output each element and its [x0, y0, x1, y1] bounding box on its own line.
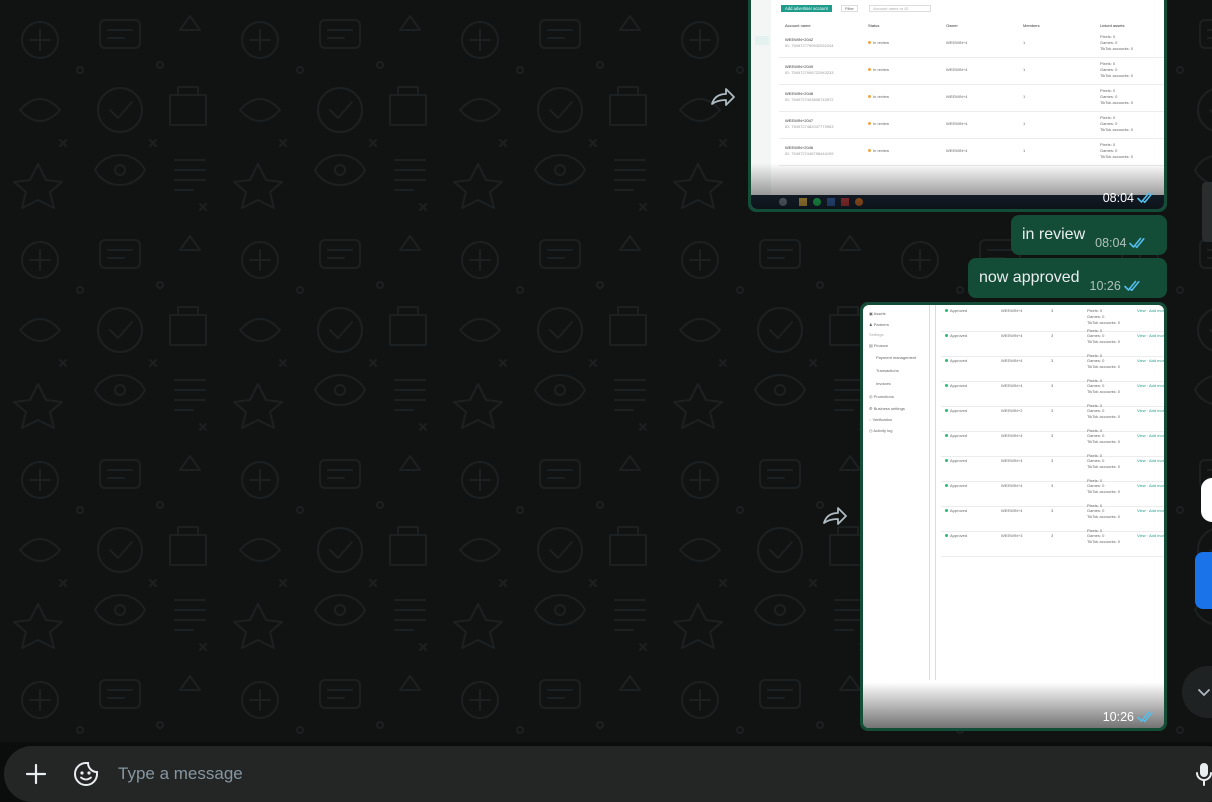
- table-row: Approved WEEWIN+3 3 Pixels: 0 Games: 0 TikTok…: [941, 528, 1164, 557]
- image-preview[interactable]: ▣ Assets ♟ Partners Settings ▤ Finance P…: [863, 305, 1164, 728]
- table-row: WEEWIN+2042 ID: 7549727790932052244 In r…: [779, 31, 1164, 58]
- message-text: in review: [1022, 226, 1086, 243]
- read-ticks-icon: [1123, 280, 1140, 292]
- message-composer: [4, 746, 1212, 802]
- text-message[interactable]: now approved 10:26: [968, 258, 1167, 298]
- column-header: Linked assets: [1100, 23, 1125, 28]
- forward-icon[interactable]: [820, 501, 850, 531]
- forward-icon[interactable]: [708, 82, 738, 112]
- add-advertiser-account-button: Add advertiser account: [781, 5, 832, 12]
- table-row: WEEWIN+2049 ID: 7549727906722943233 In r…: [779, 58, 1164, 85]
- message-time: 08:04: [1095, 236, 1127, 250]
- column-header: Status: [868, 23, 880, 28]
- read-ticks-icon: [1137, 711, 1153, 723]
- message-meta: 10:26: [1103, 710, 1156, 724]
- plus-icon[interactable]: [22, 760, 50, 788]
- preview-sidebar: ▣ Assets ♟ Partners Settings ▤ Finance P…: [869, 311, 917, 433]
- table-row: WEEWIN+2046 ID: 7549727446798444199 In r…: [779, 139, 1164, 166]
- table-row: Approved WEEWIN+2 3 Pixels: 0 Games: 0 TikTok…: [941, 403, 1164, 432]
- column-header: Owner: [946, 23, 958, 28]
- message-time: 10:26: [1089, 279, 1121, 293]
- table-row: Approved WEEWIN+4 3 Pixels: 0 Games: 0 TikTok…: [941, 353, 1164, 382]
- table-row: Approved WEEWIN+4 3 Pixels: 0 Games: 0 TikTok…: [941, 328, 1164, 357]
- column-header: Account name: [785, 23, 811, 28]
- chevron-down-icon: [1198, 689, 1210, 697]
- filter-button: Filter: [841, 5, 858, 12]
- image-message[interactable]: Add advertiser account Filter Account na…: [748, 0, 1167, 212]
- microphone-icon[interactable]: [1190, 760, 1212, 788]
- text-message[interactable]: in review 08:04: [1011, 215, 1167, 255]
- message-input[interactable]: [118, 760, 1158, 788]
- table-row: Approved WEEWIN+4 3 Pixels: 0 Games: 0 TikTok…: [941, 453, 1164, 482]
- image-message[interactable]: ▣ Assets ♟ Partners Settings ▤ Finance P…: [860, 302, 1167, 731]
- table-row: Approved WEEWIN+4 3 Pixels: 0 Games: 0 TikTok…: [941, 503, 1164, 532]
- account-search-field: Account name or ID: [869, 5, 931, 12]
- floating-widget[interactable]: [1195, 552, 1212, 609]
- message-time: 08:04: [1102, 191, 1134, 205]
- message-text: now approved: [979, 269, 1080, 286]
- message-time: 10:26: [1102, 710, 1134, 724]
- message-meta: 08:04: [1103, 191, 1156, 205]
- table-row: Approved WEEWIN+4 3 Pixels: 0 Games: 0 TikTok…: [941, 428, 1164, 457]
- message-list[interactable]: Add advertiser account Filter Account na…: [0, 0, 1212, 742]
- side-panel-handle[interactable]: [1202, 182, 1212, 242]
- table-row: Approved WEEWIN+4 3 Pixels: 0 Games: 0 TikTok…: [941, 478, 1164, 507]
- table-row: Approved WEEWIN+4 3 Pixels: 0 Games: 0 TikTok…: [941, 378, 1164, 407]
- message-meta: 08:04: [1095, 236, 1148, 250]
- sticker-icon[interactable]: [72, 760, 100, 788]
- floating-action-button[interactable]: [1201, 478, 1212, 522]
- column-header: Members: [1023, 23, 1040, 28]
- table-row: WEEWIN+2047 ID: 7549727482047773953 In r…: [779, 112, 1164, 139]
- read-ticks-icon: [1129, 237, 1146, 249]
- scroll-down-button[interactable]: [1182, 666, 1212, 718]
- table-row: WEEWIN+2048 ID: 7549727403806743972 In r…: [779, 85, 1164, 112]
- image-preview[interactable]: Add advertiser account Filter Account na…: [751, 0, 1164, 209]
- message-meta: 10:26: [1090, 279, 1143, 293]
- table-row: Approved WEEWIN+4 3 Pixels: 0 Games: 0 TikTok…: [941, 307, 1164, 332]
- read-ticks-icon: [1137, 192, 1153, 204]
